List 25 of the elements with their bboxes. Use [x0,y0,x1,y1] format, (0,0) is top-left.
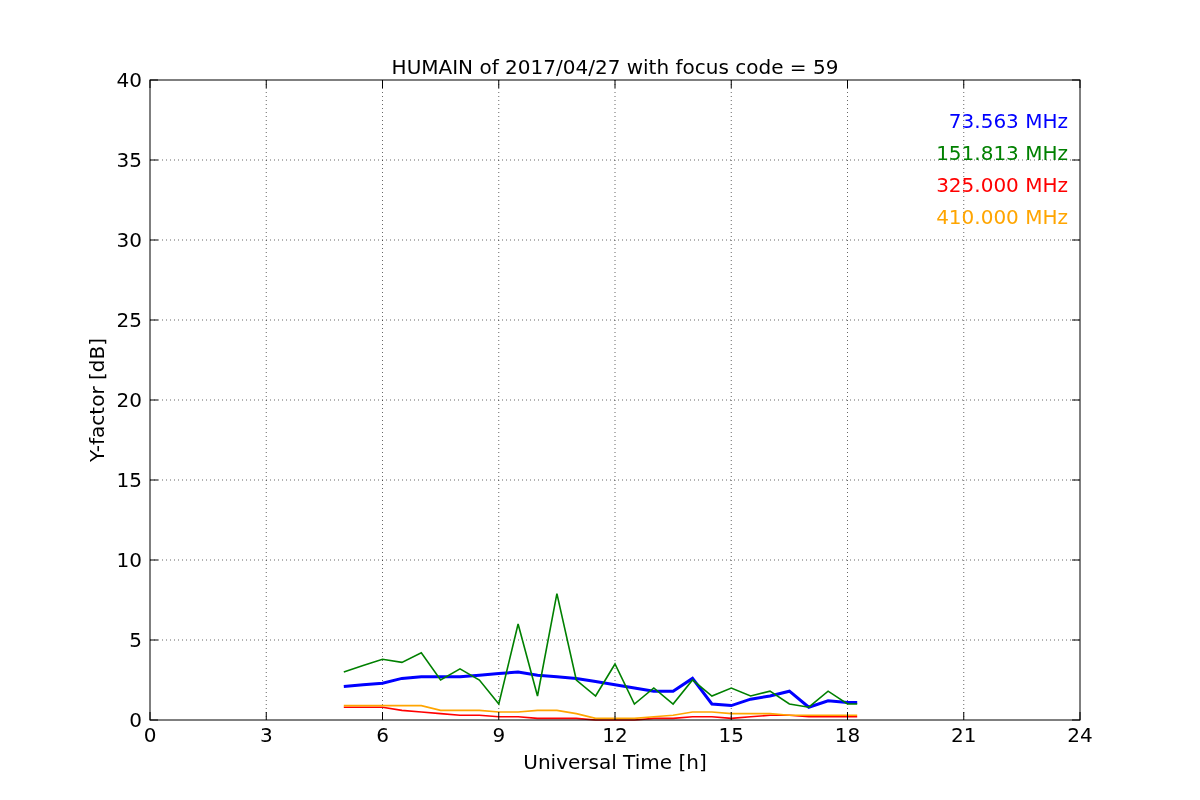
legend-label: 73.563 MHz [948,109,1068,133]
chart-title: HUMAIN of 2017/04/27 with focus code = 59 [391,55,839,79]
tick-label: 0 [129,708,142,732]
tick-label: 20 [116,388,142,412]
tick-label: 21 [951,723,977,747]
tick-label: 9 [492,723,506,747]
tick-label: 12 [602,723,628,747]
legend-label: 325.000 MHz [936,173,1068,197]
tick-label: 15 [116,468,142,492]
tick-label: 40 [116,68,142,92]
tick-label: 3 [259,723,273,747]
tick-label: 0 [143,723,157,747]
tick-label: 10 [116,548,142,572]
tick-label: 5 [129,628,142,652]
tick-label: 6 [376,723,389,747]
tick-label: 15 [718,723,744,747]
tick-label: 24 [1067,723,1093,747]
legend-label: 410.000 MHz [936,205,1068,229]
tick-label: 30 [116,228,142,252]
tick-label: 25 [116,308,142,332]
tick-label: 18 [834,723,861,747]
legend-label: 151.813 MHz [936,141,1068,165]
tick-label: 35 [116,148,142,172]
axis-label: Universal Time [h] [523,750,707,774]
axis-label: Y-factor [dB] [85,338,109,462]
